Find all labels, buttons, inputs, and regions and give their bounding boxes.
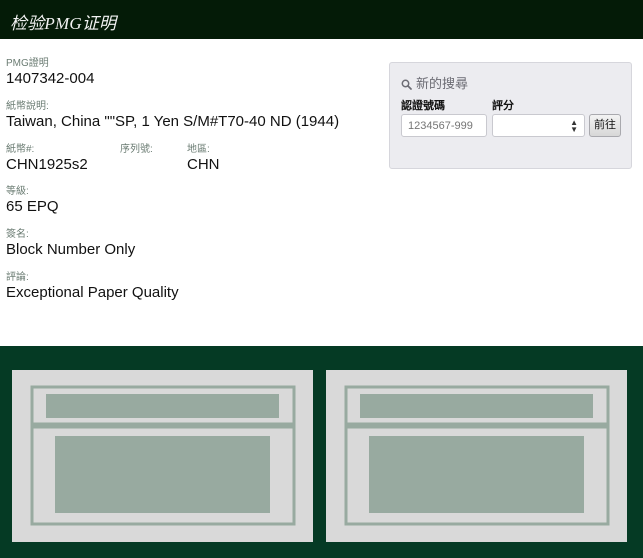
note-description-value: Taiwan, China ""SP, 1 Yen S/M#T70-40 ND … [6, 113, 340, 130]
signatures-label: 簽名: [6, 229, 29, 240]
note-description-label: 紙幣說明: [6, 101, 49, 112]
new-search-heading: 新的搜尋 [401, 73, 468, 93]
comments-label: 評論: [6, 272, 29, 283]
new-search-heading-text: 新的搜尋 [416, 76, 469, 91]
serial-number-field: 序列號: [120, 144, 153, 156]
note-description-field: 紙幣說明: Taiwan, China ""SP, 1 Yen S/M#T70-… [6, 101, 339, 130]
grade-field: 等級: 65 EPQ [6, 186, 59, 215]
go-button[interactable]: 前往 [589, 114, 621, 137]
page-title: 检验PMG证明 [10, 14, 117, 33]
pmg-cert-field: PMG證明 1407342-004 [6, 58, 94, 87]
note-number-label: 紙幣#: [6, 144, 35, 155]
note-placeholder-icon [30, 385, 296, 526]
cert-number-label: 認證號碼 [401, 100, 445, 112]
note-number-value: CHN1925s2 [6, 156, 88, 173]
grade-select-label: 評分 [492, 100, 514, 112]
note-image-front [12, 370, 313, 542]
comments-value: Exceptional Paper Quality [6, 284, 179, 301]
new-search-panel: 新的搜尋 認證號碼 評分 ▲▼ 前往 [389, 62, 632, 169]
top-header-bar: 检验PMG证明 [0, 0, 643, 39]
signatures-value: Block Number Only [6, 241, 136, 258]
region-value: CHN [187, 156, 220, 173]
region-field: 地區: CHN [187, 144, 220, 173]
note-placeholder-icon [344, 385, 610, 526]
pmg-cert-label: PMG證明 [6, 58, 49, 69]
grade-label: 等級: [6, 186, 29, 197]
grade-value: 65 EPQ [6, 198, 59, 215]
note-number-field: 紙幣#: CHN1925s2 [6, 144, 88, 173]
comments-field: 評論: Exceptional Paper Quality [6, 272, 179, 301]
serial-number-label: 序列號: [120, 144, 153, 155]
select-arrows-icon: ▲ ▼ [570, 118, 578, 134]
region-label: 地區: [187, 144, 210, 155]
signatures-field: 簽名: Block Number Only [6, 229, 135, 258]
note-image-back [326, 370, 627, 542]
search-icon [401, 78, 412, 93]
cert-number-input[interactable] [401, 114, 487, 137]
grade-select[interactable]: ▲ ▼ [492, 114, 585, 137]
pmg-cert-value: 1407342-004 [6, 70, 95, 87]
